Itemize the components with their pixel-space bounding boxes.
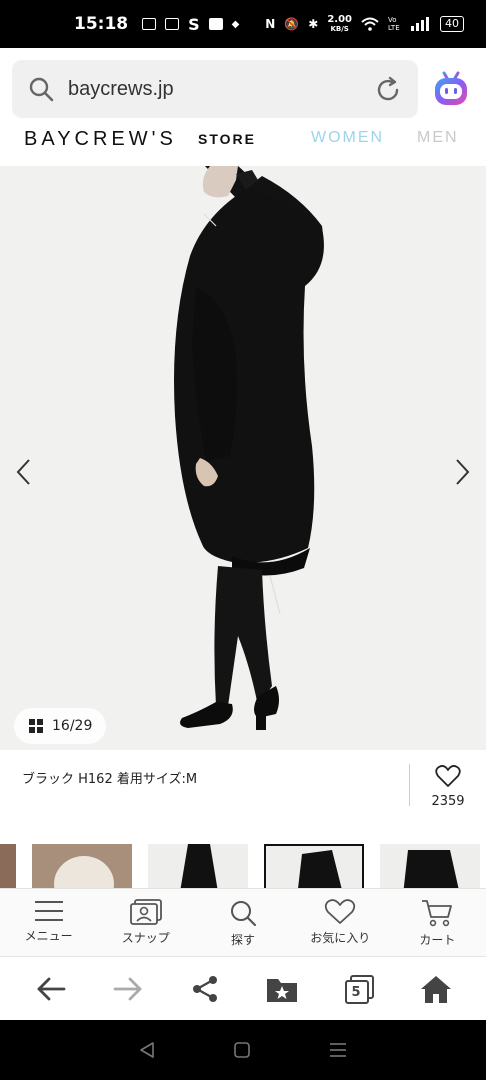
notification-icon — [165, 18, 180, 30]
net-speed-value: 2.00 — [327, 13, 352, 25]
nav-cart-label: カート — [419, 933, 456, 947]
bookmark-folder-icon — [266, 978, 297, 1002]
image-index: 16 — [52, 718, 70, 734]
tabs-button[interactable]: 5 — [339, 969, 379, 1009]
nav-men[interactable]: MEN — [417, 129, 459, 147]
thumbnail[interactable] — [32, 844, 132, 892]
system-recents-icon[interactable] — [328, 1041, 348, 1059]
battery-indicator: 40 — [440, 16, 464, 32]
grid-icon — [29, 719, 43, 733]
thumbnail-selected[interactable] — [264, 844, 364, 892]
volte-label: Vo LTE — [388, 16, 400, 32]
bookmarks-button[interactable] — [262, 969, 302, 1009]
thumbnail[interactable] — [148, 844, 248, 892]
cart-icon — [422, 900, 453, 927]
site-logo-sub[interactable]: STORE — [198, 131, 256, 147]
product-photo — [0, 166, 486, 750]
image-counter[interactable]: 16/29 — [14, 708, 107, 744]
thumbnail-photo — [32, 844, 132, 892]
forward-button[interactable] — [108, 969, 148, 1009]
notification-icon — [208, 18, 223, 30]
divider — [409, 764, 410, 806]
previous-image-arrow-icon[interactable] — [14, 458, 34, 486]
like-button[interactable]: 2359 — [426, 764, 470, 809]
heart-outline-icon — [435, 765, 461, 787]
back-arrow-icon — [37, 977, 65, 1000]
forward-arrow-icon — [113, 977, 141, 1000]
nav-search-label: 探す — [231, 933, 256, 947]
nav-favorites-label: お気に入り — [310, 931, 371, 945]
image-total: 29 — [74, 718, 93, 734]
wifi-icon — [361, 17, 379, 31]
status-notification-icons: S ◆ — [142, 15, 239, 34]
status-bar: 15:18 S ◆ N 🔕 ✱ 2.00 KB/S Vo LTE 40 — [0, 0, 486, 48]
signal-icon — [411, 17, 429, 31]
tabs-icon: 5 — [344, 974, 374, 1004]
thumbnail-strip — [0, 842, 486, 892]
nfc-icon: N — [265, 17, 276, 31]
nav-menu-label: メニュー — [24, 929, 73, 943]
mute-icon: 🔕 — [284, 17, 300, 31]
thumbnail-photo — [148, 844, 248, 892]
url-field[interactable]: baycrews.jp — [12, 60, 418, 118]
status-system-icons: N 🔕 ✱ 2.00 KB/S Vo LTE 40 — [265, 13, 464, 34]
product-caption-row: ブラック H162 着用サイズ:M 2359 — [0, 750, 486, 830]
share-button[interactable] — [185, 969, 225, 1009]
menu-icon — [34, 901, 63, 921]
nav-snap-label: スナップ — [121, 931, 170, 945]
nav-search[interactable]: 探す — [194, 889, 291, 956]
system-home-icon[interactable] — [233, 1041, 251, 1059]
like-count: 2359 — [431, 794, 465, 809]
notification-icon — [142, 18, 157, 30]
model-caption: ブラック H162 着用サイズ:M — [22, 772, 198, 787]
next-image-arrow-icon[interactable] — [452, 458, 472, 486]
heart-icon — [325, 899, 356, 924]
browser-assistant-icon[interactable] — [432, 70, 470, 108]
image-counter-text: 16/29 — [52, 718, 93, 734]
bluetooth-icon: ✱ — [308, 17, 319, 31]
net-speed-unit: KB/S — [330, 24, 349, 33]
site-header: BAYCREW'S STORE WOMEN MEN — [0, 120, 486, 166]
thumbnail-photo — [380, 844, 480, 892]
reload-icon[interactable] — [374, 76, 402, 104]
nav-snap[interactable]: スナップ — [97, 889, 194, 956]
nav-menu[interactable]: メニュー — [0, 889, 97, 956]
status-time: 15:18 — [74, 14, 129, 34]
dot-icon: ◆ — [231, 18, 240, 30]
thumbnail-photo — [266, 846, 362, 892]
system-back-icon[interactable] — [138, 1041, 156, 1059]
search-icon — [231, 901, 257, 927]
site-bottom-nav: メニュー スナップ 探す お気に入り カート — [0, 888, 486, 956]
site-logo[interactable]: BAYCREW'S — [24, 128, 177, 151]
system-navigation-bar — [0, 1020, 486, 1080]
thumbnail[interactable] — [380, 844, 480, 892]
url-text: baycrews.jp — [68, 77, 174, 100]
thumbnail[interactable] — [0, 844, 16, 892]
home-icon — [420, 975, 451, 1003]
nav-women[interactable]: WOMEN — [311, 129, 384, 147]
nav-cart[interactable]: カート — [389, 889, 486, 956]
net-speed: 2.00 KB/S — [327, 13, 352, 34]
snap-icon — [129, 899, 162, 925]
product-main-image[interactable]: 16/29 — [0, 166, 486, 750]
s-app-icon: S — [188, 14, 200, 34]
search-icon — [29, 77, 54, 102]
share-icon — [192, 975, 217, 1002]
browser-bottom-toolbar: 5 — [0, 956, 486, 1020]
tabs-count-label: 5 — [351, 984, 361, 1000]
home-button[interactable] — [416, 969, 456, 1009]
back-button[interactable] — [31, 969, 71, 1009]
nav-favorites[interactable]: お気に入り — [292, 889, 389, 956]
